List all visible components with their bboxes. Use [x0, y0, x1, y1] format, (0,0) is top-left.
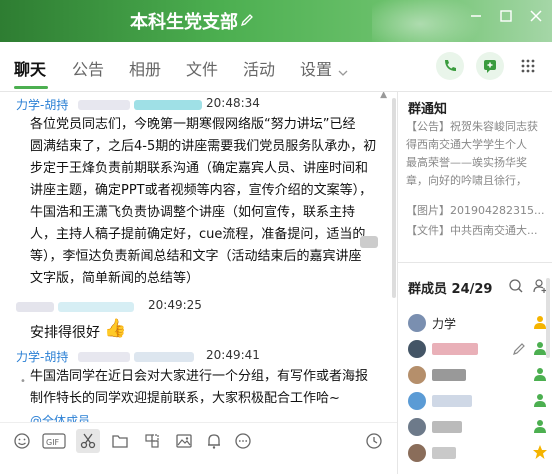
notice-title: 群通知 — [408, 102, 448, 117]
close-icon[interactable] — [528, 8, 544, 24]
admin-badge-icon — [532, 392, 548, 408]
redacted-name — [432, 447, 456, 459]
redacted-name — [134, 100, 202, 110]
tab-chat[interactable]: 聊天 — [14, 56, 46, 80]
message-sender[interactable]: 力学-胡持 — [16, 348, 68, 365]
avatar — [408, 314, 426, 332]
redacted-name — [16, 302, 54, 312]
edit-icon[interactable] — [512, 341, 526, 360]
message-sender[interactable]: 力学-胡持 — [16, 96, 68, 113]
star-badge-icon — [532, 444, 548, 460]
message-line: 讲座主题，确定PPT或者视频等内容，宣传介绍的文案等）， — [30, 183, 373, 198]
input-toolbar: GIF — [0, 422, 397, 474]
notice-line[interactable]: 【公告】祝贺朱容峻同志获 — [406, 118, 551, 136]
chevron-down-icon[interactable] — [338, 62, 348, 81]
bullet-dot: • — [20, 376, 26, 387]
gif-icon[interactable]: GIF — [42, 431, 66, 451]
admin-badge-icon — [532, 366, 548, 382]
edit-icon[interactable] — [240, 12, 254, 31]
window-title: 本科生党支部 — [130, 12, 238, 33]
tab-files[interactable]: 文件 — [186, 56, 218, 80]
emoji-icon[interactable] — [12, 431, 32, 451]
message-time: 20:49:25 — [148, 298, 202, 312]
member-item[interactable] — [408, 338, 548, 362]
message-line: 牛国浩同学在近日会对大家进行一个分组，有写作或者海报 — [30, 369, 369, 384]
image-icon[interactable] — [174, 431, 194, 451]
message-plus-icon[interactable] — [476, 52, 504, 80]
avatar — [408, 340, 426, 358]
message-line: 文字版，简单新闻的总结等） — [30, 271, 200, 286]
title-bar: 本科生党支部 — [0, 0, 552, 48]
tab-album[interactable]: 相册 — [129, 56, 161, 80]
history-icon[interactable] — [364, 431, 384, 451]
admin-badge-icon — [532, 340, 548, 356]
tab-bar: 聊天 公告 相册 文件 活动 设置 — [0, 42, 552, 92]
admin-badge-icon — [532, 418, 548, 434]
notice-line[interactable]: 最高荣誉——竢实扬华奖 — [406, 154, 551, 172]
mention-all[interactable]: @全体成员 — [30, 410, 368, 422]
folder-icon[interactable] — [110, 431, 130, 451]
avatar — [408, 444, 426, 462]
avatar — [408, 366, 426, 384]
redacted-name — [432, 343, 478, 355]
member-item[interactable] — [408, 442, 548, 466]
chat-area[interactable]: ▲ 力学-胡持 20:48:34 各位党员同志们，今晚第一期寒假网络版“努力讲坛… — [0, 92, 397, 422]
active-tab-indicator — [14, 86, 48, 89]
member-item[interactable] — [408, 390, 548, 414]
member-item[interactable]: 力学 — [408, 312, 548, 336]
redacted-text — [360, 236, 378, 248]
message-line: 各位党员同志们，今晚第一期寒假网络版“努力讲坛”已经 — [30, 117, 356, 132]
scissors-icon[interactable] — [76, 429, 100, 453]
notice-line[interactable]: 得西南交通大学学生个人 — [406, 136, 551, 154]
minimize-icon[interactable] — [468, 8, 484, 24]
maximize-icon[interactable] — [498, 8, 514, 24]
group-sidebar: 群通知 【公告】祝贺朱容峻同志获 得西南交通大学学生个人 最高荣誉——竢实扬华奖… — [397, 92, 552, 474]
bell-icon[interactable] — [204, 431, 224, 451]
message-line: 步定于王烽负责前期联系沟通（确定嘉宾人员、讲座时间和 — [30, 161, 369, 176]
tab-announcements[interactable]: 公告 — [72, 56, 104, 80]
message-line: 圆满结束了，之后4-5期的讲座需要我们党员服务队承办，初 — [30, 139, 377, 154]
message-body: 牛国浩同学在近日会对大家进行一个分组，有写作或者海报 制作特长的同学欢迎提前联系… — [30, 366, 368, 422]
notice-file-item[interactable]: 【文件】中共西南交通大... — [406, 222, 551, 240]
svg-text:GIF: GIF — [46, 438, 60, 447]
redacted-name — [78, 352, 130, 362]
avatar — [408, 392, 426, 410]
message-time: 20:48:34 — [206, 96, 260, 110]
screenshot-icon[interactable] — [142, 431, 162, 451]
message-time: 20:49:41 — [206, 348, 260, 362]
notice-image-item[interactable]: 【图片】201904282315... — [406, 202, 551, 220]
message-line: 等），李恒达负责新闻总结和文字（活动结束后的嘉宾讲座 — [30, 249, 362, 264]
tab-settings[interactable]: 设置 — [300, 56, 332, 80]
message-body: 安排得很好 — [30, 325, 100, 341]
divider — [398, 262, 552, 263]
member-item[interactable] — [408, 364, 548, 388]
message-line: 人，主持人稿子提前确定好，cue流程，准备提问，适当的 — [30, 227, 366, 242]
phone-icon[interactable] — [436, 52, 464, 80]
redacted-name — [134, 352, 194, 362]
avatar — [408, 418, 426, 436]
message-body: 各位党员同志们，今晚第一期寒假网络版“努力讲坛”已经 圆满结束了，之后4-5期的… — [30, 114, 376, 290]
redacted-name — [432, 369, 466, 381]
owner-badge-icon — [532, 314, 548, 330]
search-icon[interactable] — [508, 278, 524, 298]
redacted-name — [78, 100, 130, 110]
member-name: 力学 — [432, 317, 457, 331]
message-line: 牛国浩和王潇飞负责协调整个讲座（如何宣传，联系主持 — [30, 205, 356, 220]
notice-line[interactable]: 章，向好的吟啸且徐行， — [406, 172, 551, 190]
scroll-up-icon[interactable]: ▲ — [380, 92, 387, 100]
redacted-name — [432, 421, 462, 433]
message-line: 制作特长的同学欢迎提前联系，大家积极配合工作哈~ — [30, 391, 340, 406]
tab-activities[interactable]: 活动 — [243, 56, 275, 80]
more-circle-icon[interactable] — [233, 431, 253, 451]
redacted-name — [432, 395, 472, 407]
redacted-name — [58, 302, 134, 312]
member-count: 群成员 24/29 — [408, 282, 493, 297]
member-item[interactable] — [408, 416, 548, 440]
more-icon[interactable] — [514, 52, 542, 80]
thumbs-up-icon: 👍 — [104, 318, 127, 339]
